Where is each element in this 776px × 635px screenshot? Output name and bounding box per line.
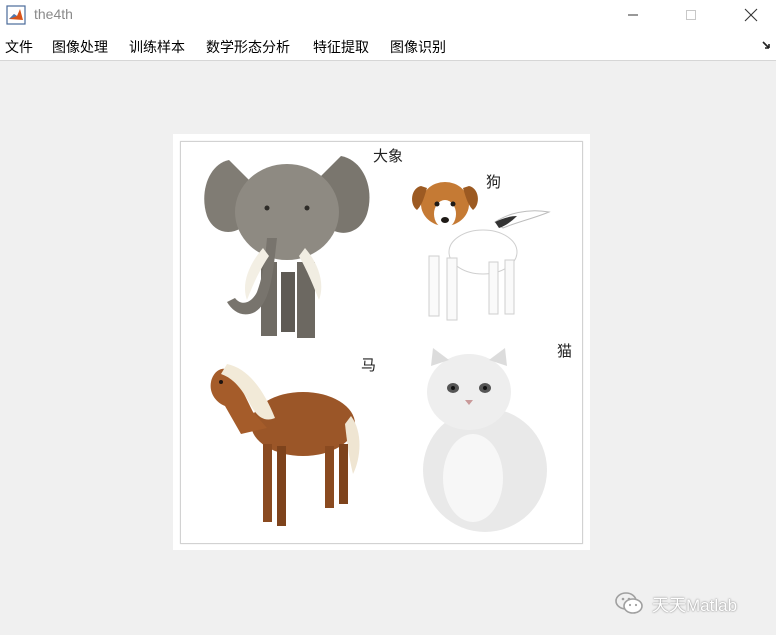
menu-bar: 文件 图像处理 训练样本 数学形态分析 特征提取 图像识别 bbox=[0, 30, 776, 61]
dog-image bbox=[412, 182, 551, 321]
menu-file[interactable]: 文件 bbox=[5, 37, 33, 57]
watermark-text: 天天Matlab bbox=[652, 595, 738, 615]
menu-image-recognition[interactable]: 图像识别 bbox=[390, 37, 446, 57]
label-horse: 马 bbox=[361, 356, 377, 374]
matlab-logo-icon bbox=[6, 5, 26, 25]
cat-image bbox=[423, 348, 547, 532]
title-bar: the4th bbox=[0, 0, 776, 30]
undock-arrow-icon[interactable] bbox=[762, 40, 772, 50]
minimize-button[interactable] bbox=[610, 0, 656, 30]
label-elephant: 大象 bbox=[373, 147, 404, 165]
menu-morphology-analysis[interactable]: 数学形态分析 bbox=[206, 37, 290, 57]
close-button[interactable] bbox=[728, 0, 774, 30]
wechat-icon bbox=[615, 592, 643, 614]
menu-feature-extraction[interactable]: 特征提取 bbox=[313, 37, 369, 57]
minimize-icon bbox=[628, 14, 638, 16]
animal-image: 大象 狗 马 猫 bbox=[180, 141, 583, 544]
menu-training-samples[interactable]: 训练样本 bbox=[129, 37, 185, 57]
window-title: the4th bbox=[34, 6, 73, 22]
label-dog: 狗 bbox=[486, 173, 502, 191]
menu-image-processing[interactable]: 图像处理 bbox=[52, 37, 108, 57]
elephant-image bbox=[204, 156, 370, 338]
maximize-button[interactable] bbox=[668, 0, 714, 30]
watermark: 天天Matlab bbox=[614, 590, 737, 616]
label-cat: 猫 bbox=[557, 342, 573, 360]
horse-image bbox=[210, 364, 360, 526]
maximize-icon bbox=[686, 10, 696, 20]
close-icon bbox=[744, 8, 758, 22]
